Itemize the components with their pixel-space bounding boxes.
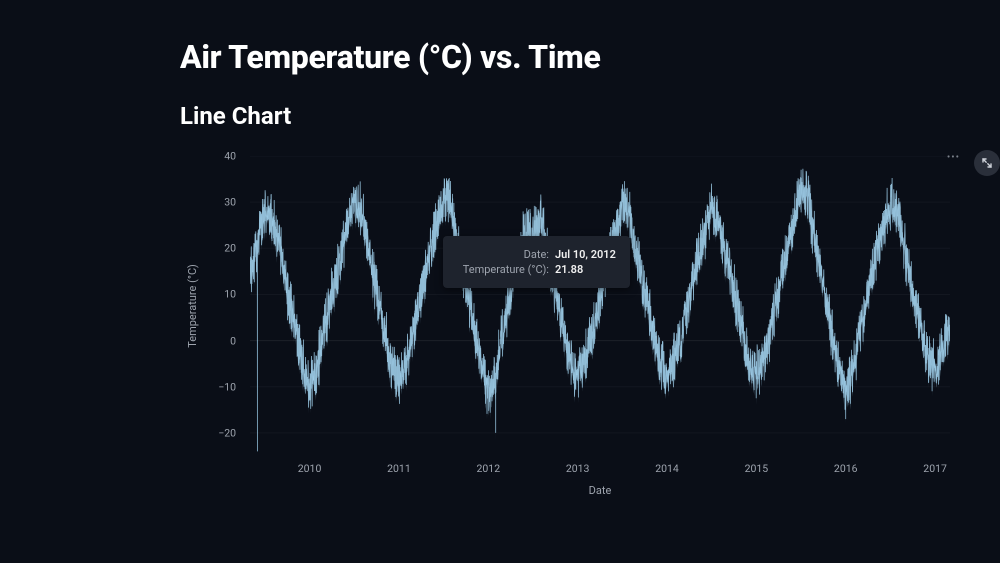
page-title: Air Temperature (°C) vs. Time bbox=[180, 38, 1000, 76]
tooltip-date-label: Date: bbox=[457, 248, 549, 261]
tooltip: Date: Jul 10, 2012 Temperature (°C): 21.… bbox=[443, 236, 630, 288]
y-tick: 20 bbox=[224, 242, 236, 255]
expand-button[interactable] bbox=[974, 150, 1000, 176]
chart-svg bbox=[250, 156, 950, 456]
plot-area[interactable]: Date: Jul 10, 2012 Temperature (°C): 21.… bbox=[250, 156, 950, 456]
y-tick: −20 bbox=[218, 426, 236, 439]
y-tick: 10 bbox=[224, 288, 236, 301]
x-tick: 2015 bbox=[745, 462, 769, 475]
tooltip-date-value: Jul 10, 2012 bbox=[555, 248, 616, 261]
x-tick: 2014 bbox=[655, 462, 679, 475]
x-tick: 2017 bbox=[923, 462, 947, 475]
y-tick: 0 bbox=[230, 334, 236, 347]
y-axis-label: Temperature (°C) bbox=[186, 264, 199, 348]
y-tick: 30 bbox=[224, 196, 236, 209]
chart-subtitle: Line Chart bbox=[180, 102, 1000, 130]
x-axis-label: Date bbox=[589, 484, 612, 497]
y-axis: Temperature (°C) −20−10010203040 bbox=[180, 156, 250, 456]
y-tick: 40 bbox=[224, 150, 236, 163]
x-tick: 2016 bbox=[834, 462, 858, 475]
x-tick: 2010 bbox=[298, 462, 322, 475]
tooltip-temp-value: 21.88 bbox=[555, 263, 583, 276]
tooltip-temp-label: Temperature (°C): bbox=[457, 263, 549, 276]
x-tick: 2012 bbox=[476, 462, 500, 475]
x-tick: 2011 bbox=[387, 462, 411, 475]
chart-container: ••• Temperature (°C) −20−10010203040 Dat… bbox=[180, 146, 960, 506]
y-tick: −10 bbox=[218, 380, 236, 393]
x-tick: 2013 bbox=[566, 462, 590, 475]
expand-icon bbox=[982, 158, 992, 168]
